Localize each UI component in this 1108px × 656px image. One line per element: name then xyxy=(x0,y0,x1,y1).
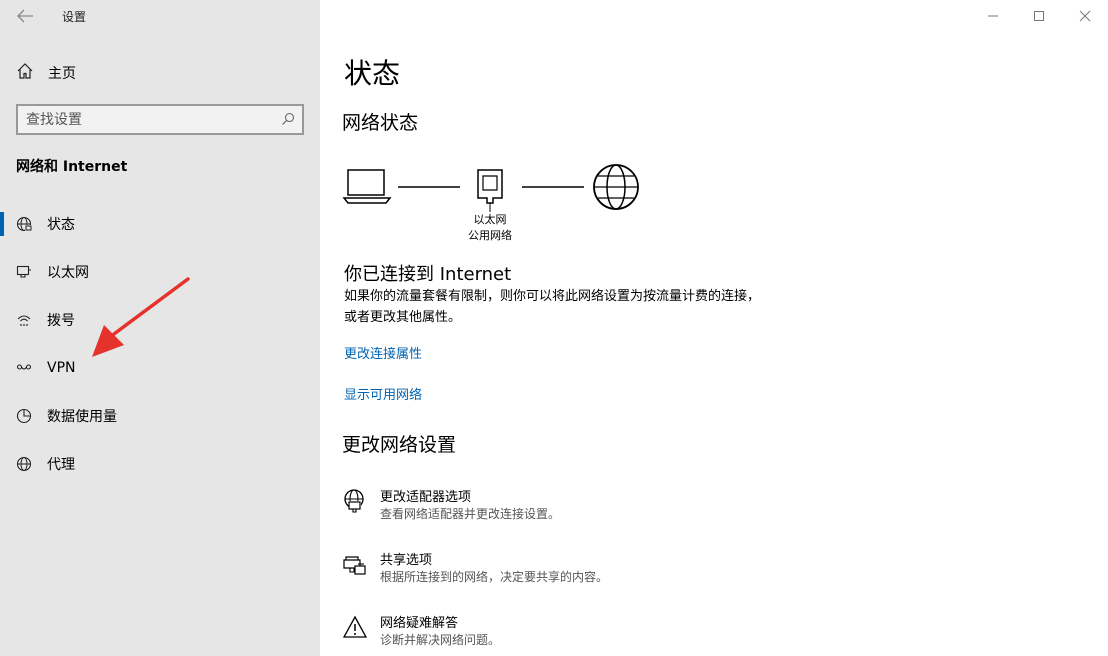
connected-description: 如果你的流量套餐有限制，则你可以将此网络设置为按流量计费的连接，或者更改其他属性… xyxy=(344,289,761,325)
laptop-icon xyxy=(342,169,392,204)
sharing-icon xyxy=(342,551,368,577)
sidebar-item-label: 数据使用量 xyxy=(47,409,117,425)
connected-title: 你已连接到 Internet xyxy=(344,264,512,285)
adapter-label: 以太网 xyxy=(473,213,507,226)
home-label: 主页 xyxy=(48,66,76,82)
app-title: 设置 xyxy=(62,10,87,24)
main-content: 状态 网络状态 以太网 公用网络 你已连接到 Internet 如果你的流量套餐 xyxy=(320,0,1108,656)
option-description: 诊断并解决网络问题。 xyxy=(380,633,501,647)
sidebar-item-data-usage[interactable]: 数据使用量 xyxy=(0,392,320,440)
page-title: 状态 xyxy=(344,57,401,90)
data-usage-icon xyxy=(16,408,32,424)
ethernet-icon xyxy=(16,264,32,280)
vpn-icon xyxy=(16,360,32,376)
home-nav-item[interactable]: 主页 xyxy=(16,62,76,84)
warning-icon xyxy=(342,614,368,640)
option-adapter[interactable]: 更改适配器选项 查看网络适配器并更改连接设置。 xyxy=(342,486,842,532)
globe-status-icon xyxy=(16,216,32,232)
change-connection-properties-link[interactable]: 更改连接属性 xyxy=(344,343,422,362)
sidebar-item-label: 拨号 xyxy=(47,313,75,329)
window-controls xyxy=(970,0,1108,32)
annotation-arrow xyxy=(92,277,190,357)
sidebar: 设置 主页 网络和 Internet 状态 以太网 xyxy=(0,0,320,656)
maximize-icon[interactable] xyxy=(1016,0,1062,32)
option-title: 共享选项 xyxy=(380,553,433,568)
globe-icon xyxy=(16,456,32,472)
close-icon[interactable] xyxy=(1062,0,1108,32)
show-available-networks-link[interactable]: 显示可用网络 xyxy=(344,384,422,403)
network-status-heading: 网络状态 xyxy=(342,112,419,134)
home-icon xyxy=(16,62,34,84)
option-sharing[interactable]: 共享选项 根据所连接到的网络，决定要共享的内容。 xyxy=(342,549,842,595)
option-title: 更改适配器选项 xyxy=(380,490,472,505)
sidebar-item-label: VPN xyxy=(47,360,76,376)
change-settings-heading: 更改网络设置 xyxy=(342,434,457,456)
search-icon[interactable] xyxy=(280,111,296,127)
adapter-icon xyxy=(342,488,368,514)
sidebar-item-label: 状态 xyxy=(47,217,75,233)
internet-globe-icon xyxy=(593,164,639,210)
network-diagram: 以太网 公用网络 xyxy=(342,160,662,250)
back-arrow-icon[interactable] xyxy=(14,6,36,26)
section-title: 网络和 Internet xyxy=(16,159,128,175)
sidebar-item-proxy[interactable]: 代理 xyxy=(0,440,320,488)
ethernet-port-icon xyxy=(477,169,503,212)
minimize-icon[interactable] xyxy=(970,0,1016,32)
option-description: 查看网络适配器并更改连接设置。 xyxy=(380,507,561,521)
search-input[interactable] xyxy=(26,110,276,130)
network-type-label: 公用网络 xyxy=(468,229,512,242)
search-box[interactable] xyxy=(16,104,304,135)
option-description: 根据所连接到的网络，决定要共享的内容。 xyxy=(380,570,609,584)
sidebar-item-label: 代理 xyxy=(47,457,75,473)
sidebar-item-label: 以太网 xyxy=(47,265,89,281)
sidebar-item-status[interactable]: 状态 xyxy=(0,200,320,248)
dialup-icon xyxy=(16,312,32,328)
option-title: 网络疑难解答 xyxy=(380,616,459,631)
option-troubleshoot[interactable]: 网络疑难解答 诊断并解决网络问题。 xyxy=(342,612,842,656)
